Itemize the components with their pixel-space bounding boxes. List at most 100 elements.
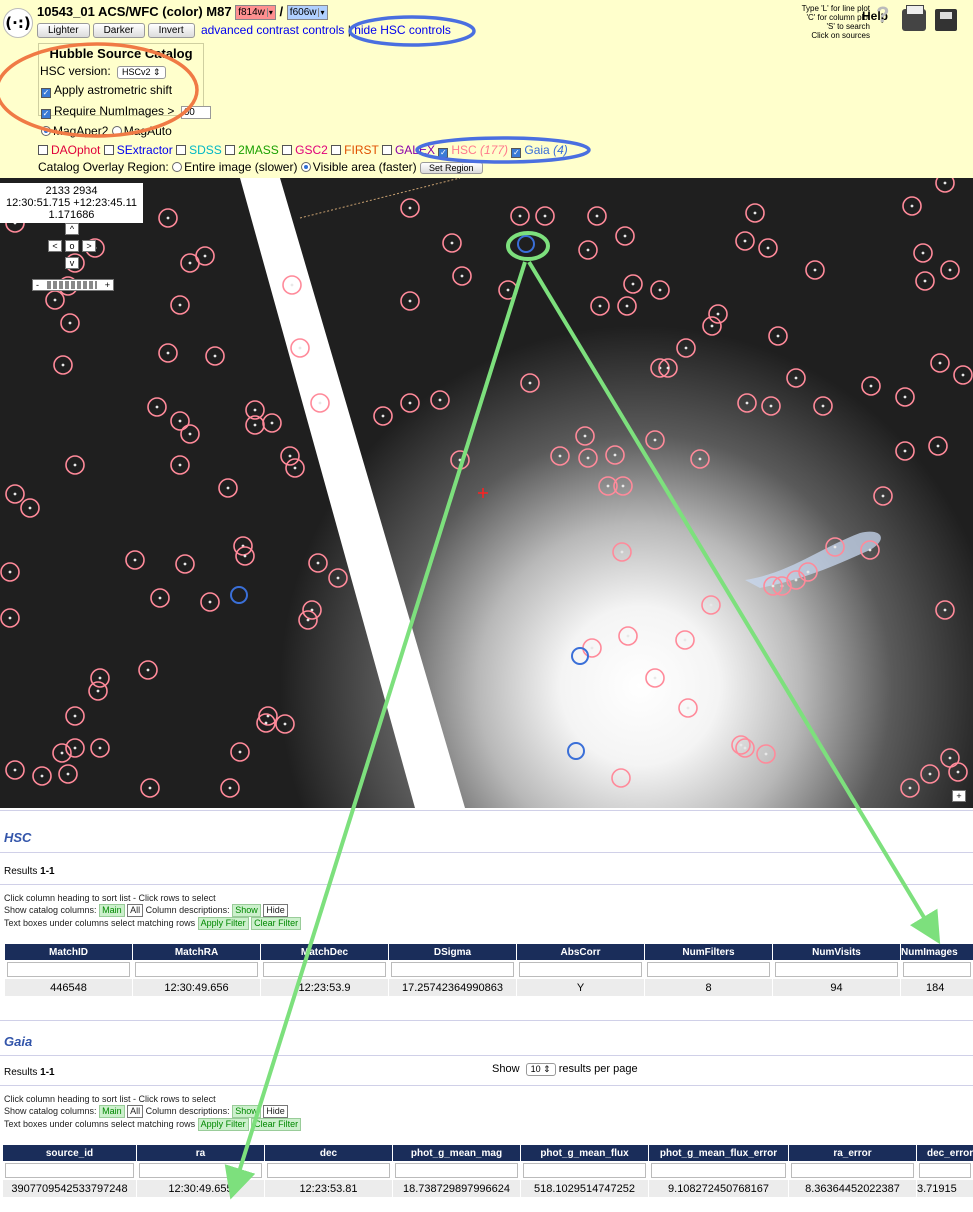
star-point [683,638,687,642]
main-columns-button[interactable]: Main [99,1105,125,1118]
column-header[interactable]: dec_error [916,1144,973,1162]
column-header[interactable]: NumVisits [772,943,901,961]
sky-image[interactable] [0,178,973,808]
zoom-out-button[interactable]: - [36,280,39,290]
column-filter-input[interactable] [903,962,971,977]
column-header[interactable]: ra [136,1144,265,1162]
gaia-label: Gaia [524,143,550,157]
hide-descriptions-button[interactable]: Hide [263,904,288,917]
column-filter-input[interactable] [391,962,514,977]
clear-filter-button[interactable]: Clear Filter [251,917,302,930]
advanced-contrast-link[interactable]: advanced contrast controls [201,23,344,37]
star-point [253,408,257,412]
hsc-version-select[interactable]: HSCv2 ⇕ [117,66,166,79]
zoom-slider[interactable]: - + [32,279,114,291]
star-point [408,299,412,303]
table-row[interactable]: 3907709542533797248 12:30:49.655 12:23:5… [2,1179,973,1198]
apply-filter-button[interactable]: Apply Filter [197,917,249,930]
column-filter-input[interactable] [139,1163,262,1178]
section-divider [0,1055,973,1056]
star-point [623,234,627,238]
column-header[interactable]: phot_g_mean_flux_error [648,1144,789,1162]
column-filter-input[interactable] [7,962,130,977]
hsc-checkbox[interactable]: ✓ [438,148,449,158]
save-icon[interactable] [935,9,957,31]
column-filter-input[interactable] [135,962,258,977]
hsc-results-table: MatchID MatchRA MatchDec DSigma AbsCorr … [4,943,973,997]
clear-filter-button[interactable]: Clear Filter [251,1118,302,1131]
pan-up-button[interactable]: ^ [65,223,79,235]
zoom-in-button[interactable]: + [105,280,110,290]
table-row[interactable]: 446548 12:30:49.656 12:23:53.9 17.257423… [4,978,973,997]
visible-area-radio[interactable] [300,162,311,172]
expand-viewer-button[interactable]: + [952,790,966,802]
column-header[interactable]: NumFilters [644,943,773,961]
column-filter-input[interactable] [263,962,386,977]
show-descriptions-button[interactable]: Show [232,904,261,917]
all-columns-button[interactable]: All [127,904,144,917]
column-header[interactable]: phot_g_mean_mag [392,1144,521,1162]
lighter-button[interactable]: Lighter [37,23,90,39]
pan-down-button[interactable]: v [65,257,79,269]
column-header[interactable]: NumImages [900,943,973,961]
column-header[interactable]: phot_g_mean_flux [520,1144,649,1162]
column-header[interactable]: ra_error [788,1144,917,1162]
column-filter-input[interactable] [919,1163,971,1178]
set-region-button[interactable]: Set Region [419,161,483,174]
entire-image-radio[interactable] [172,162,183,172]
star-point [73,714,77,718]
astrometric-row[interactable]: ✓ Apply astrometric shift [41,83,172,98]
daophot-checkbox[interactable] [38,145,48,155]
red-filter-select[interactable]: f814w ▾ [235,5,276,21]
printer-icon[interactable] [902,5,926,31]
column-header[interactable]: MatchID [4,943,133,961]
2mass-checkbox[interactable] [225,145,236,155]
blue-filter-select[interactable]: f606w ▾ [286,5,328,21]
column-header[interactable]: source_id [2,1144,137,1162]
pan-left-button[interactable]: < [48,240,62,252]
magaper2-radio[interactable] [41,126,51,136]
hide-hsc-controls-link[interactable]: hide HSC controls [354,23,451,37]
per-page-select[interactable]: 10 ⇕ [525,1063,556,1076]
sextractor-checkbox[interactable] [103,145,114,155]
gsc2-checkbox[interactable] [282,145,293,155]
hide-descriptions-button[interactable]: Hide [263,1105,288,1118]
column-filter-input[interactable] [5,1163,134,1178]
column-header[interactable]: DSigma [388,943,517,961]
pan-center-button[interactable]: o [65,240,79,252]
table-cell: 184 [900,978,973,997]
darker-button[interactable]: Darker [92,23,145,39]
column-filter-input[interactable] [395,1163,518,1178]
column-filter-input[interactable] [519,962,642,977]
numimages-checkbox[interactable]: ✓ [41,109,51,119]
help-question-icon[interactable]: ? [876,2,889,28]
column-filter-input[interactable] [791,1163,914,1178]
astrometric-checkbox[interactable]: ✓ [41,88,51,98]
numimages-input[interactable]: 60 [180,106,211,119]
sdss-checkbox[interactable] [176,145,187,155]
pan-right-button[interactable]: > [82,240,96,252]
column-filter-input[interactable] [523,1163,646,1178]
apply-filter-button[interactable]: Apply Filter [197,1118,249,1131]
show-descriptions-button[interactable]: Show [232,1105,261,1118]
image-viewer[interactable]: 2133 2934 12:30:51.715 +12:23:45.11 1.17… [0,178,973,808]
column-filter-input[interactable] [775,962,898,977]
column-filter-input[interactable] [651,1163,786,1178]
invert-button[interactable]: Invert [147,23,195,39]
galex-checkbox[interactable] [381,145,392,155]
column-header[interactable]: MatchRA [132,943,261,961]
all-columns-button[interactable]: All [127,1105,144,1118]
table-cell: 12:23:53.9 [260,978,389,997]
gaia-checkbox[interactable]: ✓ [511,148,522,158]
column-filter-input[interactable] [267,1163,390,1178]
zoom-track[interactable] [47,281,97,289]
column-filter-input[interactable] [647,962,770,977]
column-header[interactable]: AbsCorr [516,943,645,961]
main-columns-button[interactable]: Main [99,904,125,917]
first-checkbox[interactable] [331,145,342,155]
column-header[interactable]: dec [264,1144,393,1162]
star-point [769,404,773,408]
magauto-radio[interactable] [111,126,122,136]
chevron-down-icon: ▾ [318,8,325,18]
column-header[interactable]: MatchDec [260,943,389,961]
